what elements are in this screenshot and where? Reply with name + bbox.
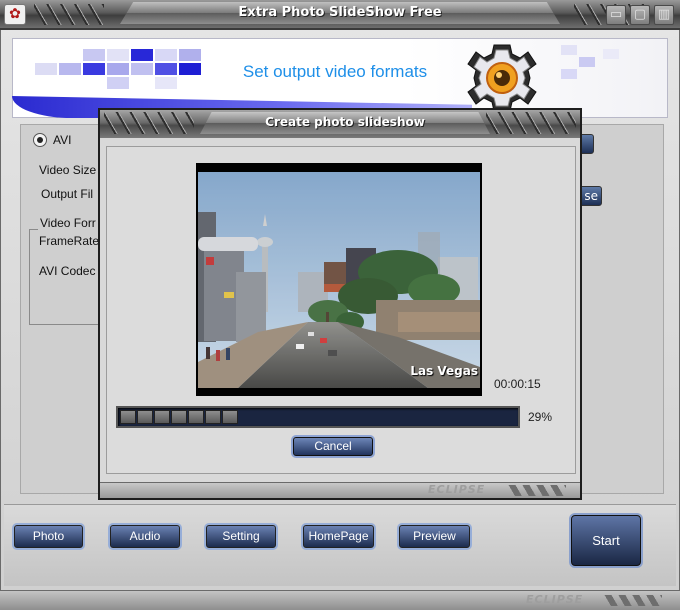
video-caption: Las Vegas (410, 364, 478, 378)
window-title: Extra Photo SlideShow Free (238, 5, 442, 20)
progress-bar (116, 406, 520, 428)
gear-icon (456, 42, 546, 114)
title-decoration (34, 4, 104, 25)
dialog-title-decoration (486, 112, 576, 134)
app-icon[interactable]: ✿ (4, 4, 26, 25)
progress-segment (120, 410, 136, 424)
close-button[interactable]: ▥ (654, 5, 674, 25)
maximize-button[interactable]: ▢ (630, 5, 650, 25)
avi-radio-label: AVI (53, 133, 72, 147)
window-footer-stripes (604, 595, 662, 606)
progress-segment (222, 410, 238, 424)
video-size-label: Video Size (39, 163, 97, 177)
avi-radio[interactable] (33, 133, 47, 147)
banner-title: Set output video formats (242, 62, 428, 81)
window-brand: ECLIPSE (526, 593, 584, 606)
browse-button-label: se (584, 189, 598, 203)
progress-percent: 29% (528, 410, 553, 424)
progress-segment (205, 410, 221, 424)
dialog-brand: ECLIPSE (428, 483, 486, 496)
timecode: 00:00:15 (494, 377, 541, 391)
setting-button[interactable]: Setting (206, 525, 276, 548)
preview-image (198, 172, 480, 388)
framerate-label: FrameRate (39, 234, 100, 248)
photo-button[interactable]: Photo (14, 525, 83, 548)
start-button[interactable]: Start (571, 515, 641, 566)
progress-segment (188, 410, 204, 424)
dialog-title-decoration (104, 112, 194, 134)
output-file-label: Output Fil (41, 187, 94, 201)
dialog-footer-stripes (508, 485, 566, 496)
progress-segment (154, 410, 170, 424)
minimize-button[interactable]: ▭ (606, 5, 626, 25)
audio-button[interactable]: Audio (110, 525, 180, 548)
cancel-button[interactable]: Cancel (293, 437, 373, 456)
preview-button[interactable]: Preview (399, 525, 470, 548)
progress-segment (171, 410, 187, 424)
video-format-group-label: Video Forr (38, 216, 98, 230)
progress-segment (137, 410, 153, 424)
minimize-icon: ▭ (609, 7, 623, 22)
avi-codec-label: AVI Codec (39, 264, 96, 278)
dialog-title: Create photo slideshow (265, 115, 425, 129)
maximize-icon: ▢ (633, 7, 647, 22)
close-icon: ▥ (657, 7, 671, 22)
homepage-button[interactable]: HomePage (303, 525, 374, 548)
